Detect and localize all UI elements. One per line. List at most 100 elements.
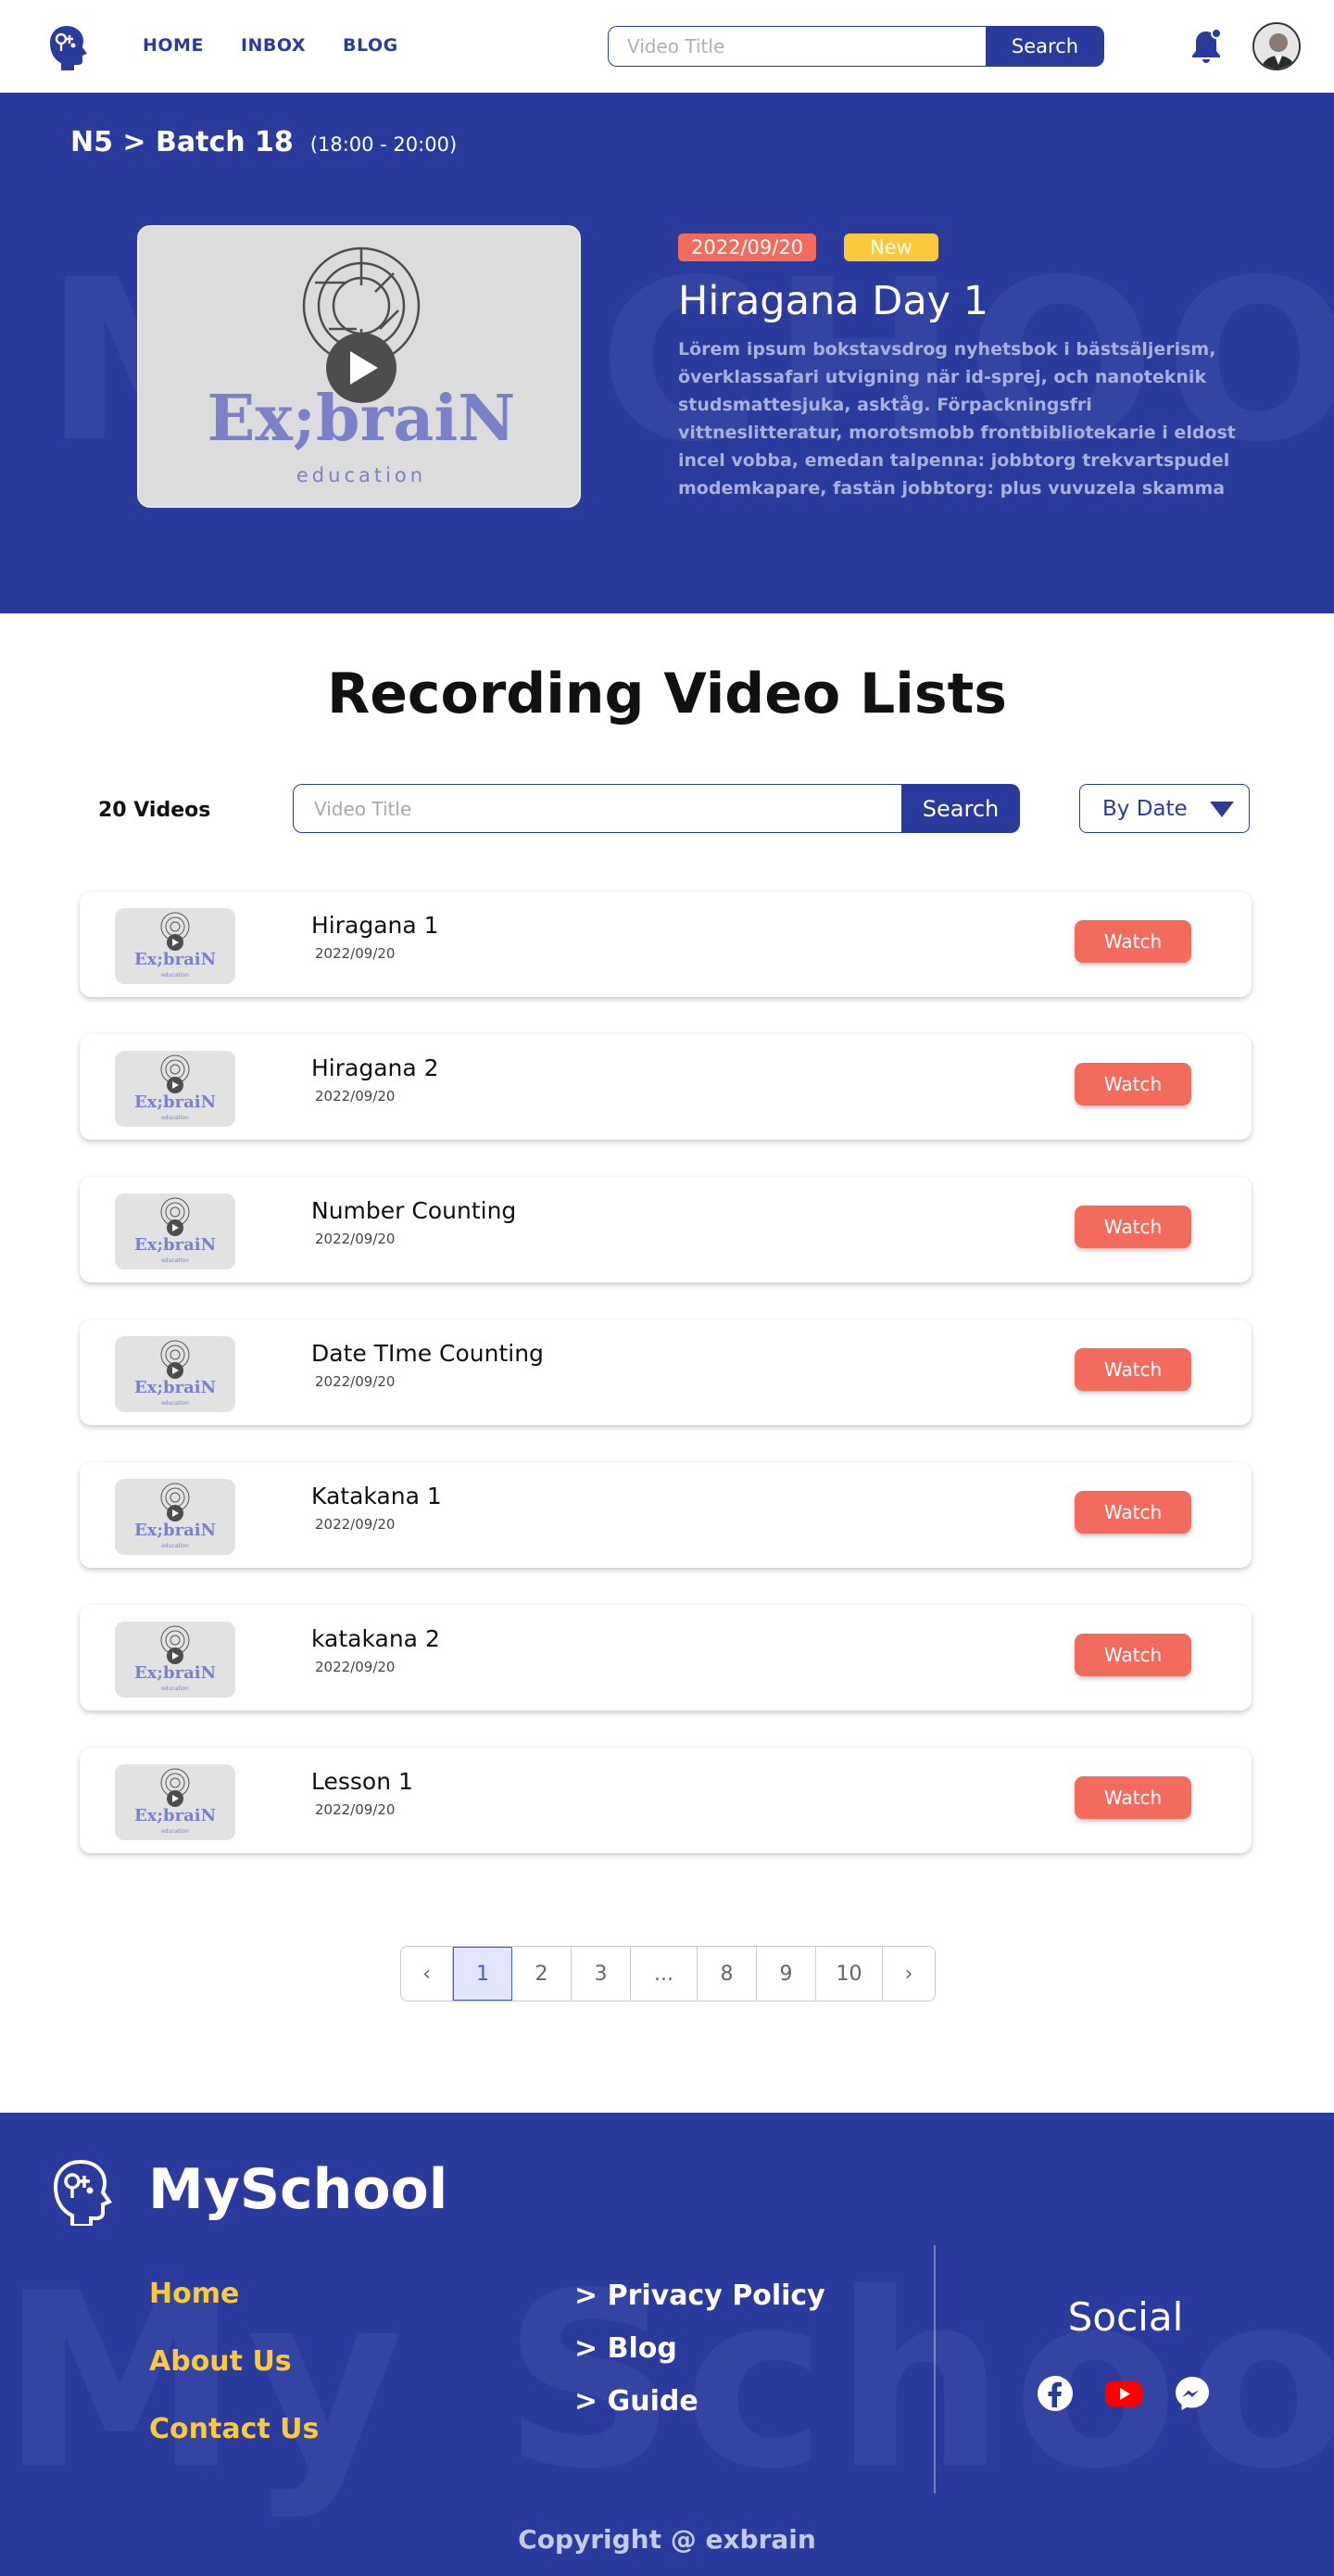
- footer-link-privacy[interactable]: > Privacy Policy: [574, 2279, 825, 2312]
- pagination-page-10[interactable]: 10: [816, 1947, 883, 2001]
- video-date: 2022/09/20: [315, 1516, 396, 1533]
- footer-secondary-links: > Privacy Policy > Blog > Guide: [574, 2279, 825, 2418]
- watch-button[interactable]: Watch: [1075, 1634, 1191, 1676]
- video-title[interactable]: Katakana 1: [311, 1483, 442, 1509]
- video-date: 2022/09/20: [315, 1659, 396, 1675]
- thumbnail-graphic: Ex;braiN education: [134, 1483, 216, 1549]
- breadcrumb-path[interactable]: N5 > Batch 18: [70, 126, 294, 158]
- thumbnail-graphic: Ex;braiN education: [134, 1054, 216, 1121]
- video-title[interactable]: Hiragana 2: [311, 1054, 439, 1081]
- exbrain-thumbnail-graphic: Ex;braiN education: [208, 246, 516, 486]
- pagination-page-1[interactable]: 1: [453, 1947, 512, 2001]
- thumb-logo-sub: education: [161, 1400, 189, 1407]
- sort-dropdown[interactable]: By Date: [1079, 784, 1250, 833]
- watch-button[interactable]: Watch: [1075, 1776, 1191, 1819]
- social-icons: [1036, 2374, 1212, 2413]
- brain-head-logo-icon[interactable]: [44, 2155, 115, 2226]
- date-badge: 2022/09/20: [678, 234, 817, 261]
- video-date: 2022/09/20: [315, 945, 396, 962]
- video-count: 20 Videos: [98, 799, 211, 822]
- thumbnail-graphic: Ex;braiN education: [134, 1768, 216, 1835]
- pagination-page-8[interactable]: 8: [698, 1947, 757, 2001]
- video-thumbnail[interactable]: Ex;braiN education: [115, 1622, 235, 1698]
- thumb-logo-sub: education: [161, 1686, 189, 1692]
- video-card: Ex;braiN education Number Counting 2022/0…: [80, 1177, 1252, 1282]
- brain-head-logo-icon[interactable]: [43, 22, 91, 70]
- video-thumbnail[interactable]: Ex;braiN education: [115, 1193, 235, 1269]
- sort-selected: By Date: [1102, 796, 1188, 821]
- footer-link-home[interactable]: Home: [149, 2278, 319, 2310]
- featured-video-description: Lörem ipsum bokstavsdrog nyhetsbok i bäs…: [678, 339, 1236, 499]
- video-date: 2022/09/20: [315, 1373, 396, 1390]
- watch-button[interactable]: Watch: [1075, 920, 1191, 963]
- footer-link-about[interactable]: About Us: [149, 2345, 319, 2378]
- video-thumbnail[interactable]: Ex;braiN education: [115, 1764, 235, 1840]
- watch-button[interactable]: Watch: [1075, 1063, 1191, 1105]
- nav-blog[interactable]: BLOG: [343, 35, 398, 56]
- footer: My School MySchool Home About Us Contact…: [0, 2113, 1334, 2576]
- user-avatar[interactable]: [1252, 22, 1301, 70]
- video-card: Ex;braiN education Lesson 1 2022/09/20 Wa…: [80, 1748, 1252, 1853]
- thumb-logo-text: Ex;braiN: [134, 1092, 216, 1112]
- thumb-logo-sub: education: [161, 1257, 189, 1264]
- footer-link-contact[interactable]: Contact Us: [149, 2413, 319, 2445]
- featured-video-player[interactable]: Ex;braiN education: [137, 225, 581, 508]
- video-thumbnail[interactable]: Ex;braiN education: [115, 1051, 235, 1127]
- thumb-logo-sub: education: [161, 1543, 189, 1549]
- video-title[interactable]: Hiragana 1: [311, 912, 439, 939]
- featured-video-info: 2022/09/20 New Hiragana Day 1 Lörem ipsu…: [678, 234, 1252, 502]
- video-title[interactable]: Lesson 1: [311, 1768, 413, 1795]
- video-thumbnail[interactable]: Ex;braiN education: [115, 1336, 235, 1412]
- thumb-logo-sub: education: [161, 1115, 189, 1121]
- featured-video-title: Hiragana Day 1: [678, 278, 989, 324]
- video-date: 2022/09/20: [315, 1088, 396, 1105]
- video-title[interactable]: Date TIme Counting: [311, 1340, 544, 1367]
- messenger-icon[interactable]: [1173, 2374, 1212, 2413]
- pagination-page-9[interactable]: 9: [757, 1947, 816, 2001]
- video-search-button[interactable]: Search: [901, 784, 1020, 833]
- footer-link-blog[interactable]: > Blog: [574, 2332, 825, 2365]
- video-title[interactable]: katakana 2: [311, 1625, 440, 1652]
- header-search-button[interactable]: Search: [986, 26, 1104, 67]
- footer-divider: [934, 2245, 936, 2494]
- footer-brand: MySchool: [148, 2157, 448, 2222]
- watch-button[interactable]: Watch: [1075, 1491, 1191, 1534]
- social-title: Social: [1067, 2294, 1184, 2340]
- youtube-icon[interactable]: [1104, 2374, 1143, 2413]
- thumbnail-graphic: Ex;braiN education: [134, 1197, 216, 1264]
- breadcrumb: N5 > Batch 18 (18:00 - 20:00): [70, 126, 457, 158]
- avatar-image: [1254, 24, 1299, 69]
- nav-home[interactable]: HOME: [143, 35, 204, 56]
- exbrain-logo-text: Ex;braiN: [208, 382, 516, 456]
- thumbnail-graphic: Ex;braiN education: [134, 912, 216, 979]
- bell-icon[interactable]: [1186, 26, 1227, 67]
- nav-inbox[interactable]: INBOX: [241, 35, 306, 56]
- footer-link-guide[interactable]: > Guide: [574, 2385, 825, 2418]
- class-time: (18:00 - 20:00): [309, 133, 458, 156]
- thumb-logo-text: Ex;braiN: [134, 1663, 216, 1683]
- thumbnail-graphic: Ex;braiN education: [134, 1340, 216, 1407]
- header-search-input[interactable]: [608, 26, 986, 67]
- pagination-ellipsis: ...: [631, 1947, 698, 2001]
- video-title[interactable]: Number Counting: [311, 1197, 516, 1224]
- video-card: Ex;braiN education Date TIme Counting 202…: [80, 1320, 1252, 1425]
- thumbnail-graphic: Ex;braiN education: [134, 1625, 216, 1692]
- video-search-input[interactable]: [293, 784, 901, 833]
- pagination-page-3[interactable]: 3: [572, 1947, 631, 2001]
- pagination-page-2[interactable]: 2: [512, 1947, 572, 2001]
- pagination-next-button[interactable]: ›: [883, 1947, 935, 2001]
- video-card: Ex;braiN education Hiragana 1 2022/09/20 …: [80, 891, 1252, 997]
- thumb-logo-text: Ex;braiN: [134, 950, 216, 969]
- video-thumbnail[interactable]: Ex;braiN education: [115, 1479, 235, 1555]
- watch-button[interactable]: Watch: [1075, 1206, 1191, 1248]
- video-thumbnail[interactable]: Ex;braiN education: [115, 908, 235, 984]
- thumb-logo-text: Ex;braiN: [134, 1378, 216, 1397]
- exbrain-logo-sub: education: [296, 464, 426, 486]
- footer-primary-links: Home About Us Contact Us: [149, 2278, 319, 2445]
- video-date: 2022/09/20: [315, 1801, 396, 1818]
- facebook-icon[interactable]: [1036, 2374, 1075, 2413]
- video-search: Search: [293, 784, 1020, 833]
- pagination-prev-button[interactable]: ‹: [401, 1947, 453, 2001]
- watch-button[interactable]: Watch: [1075, 1348, 1191, 1391]
- page: HOME INBOX BLOG Search MySCHOOL N5 > Bat…: [0, 0, 1334, 2576]
